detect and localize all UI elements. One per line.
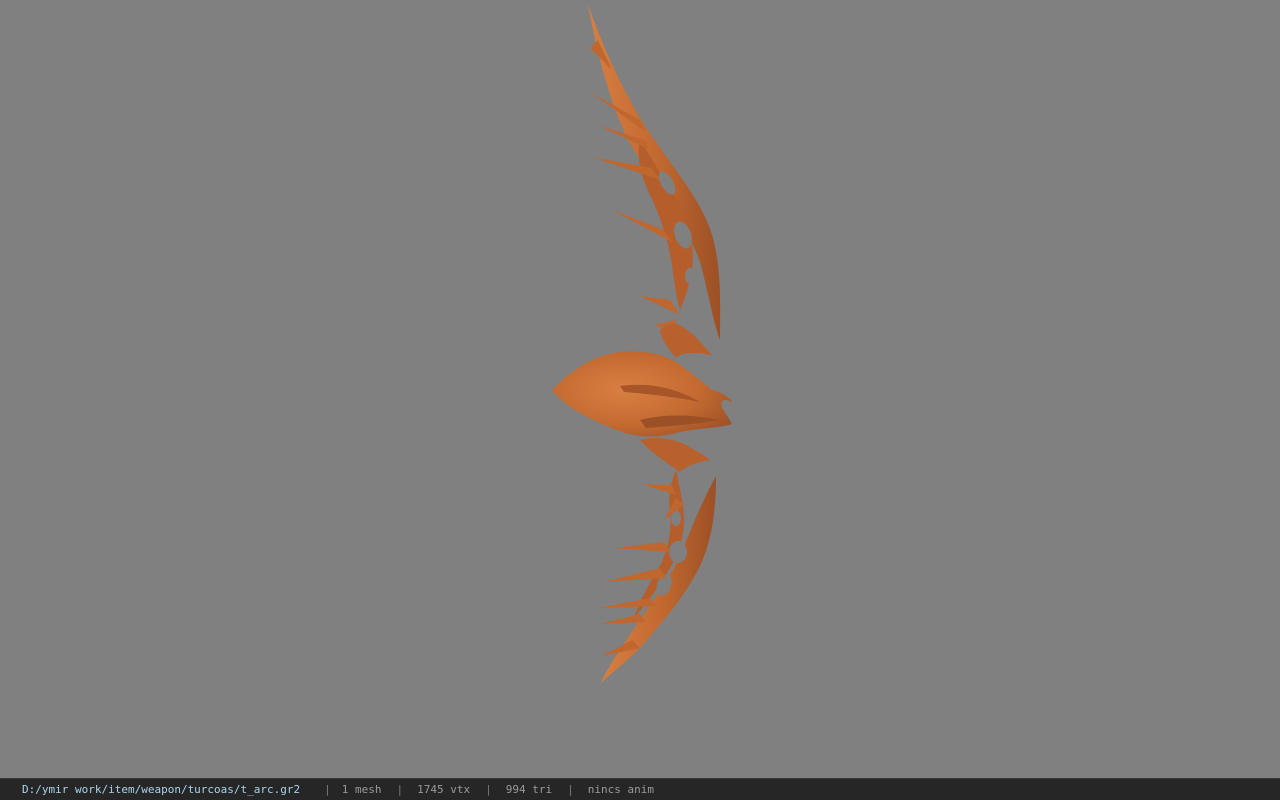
separator: | [485,783,492,796]
vertex-count: 1745 vtx [417,783,471,796]
bow-lower-limb [598,437,716,684]
bow-grip [552,324,732,437]
3d-viewport[interactable] [0,0,1280,778]
separator: | [396,783,404,796]
mesh-count: 1 mesh [341,783,382,796]
triangle-count: 994 tri [505,783,553,796]
bow-upper-limb [588,4,721,340]
file-path: D:/ymir work/item/weapon/turcoas/t_arc.g… [22,783,301,796]
status-bar: D:/ymir work/item/weapon/turcoas/t_arc.g… [0,778,1280,800]
separator: | [324,783,331,796]
separator: | [567,783,574,796]
animation-status: nincs anim [587,783,654,796]
bow-model-render[interactable] [0,0,1280,778]
